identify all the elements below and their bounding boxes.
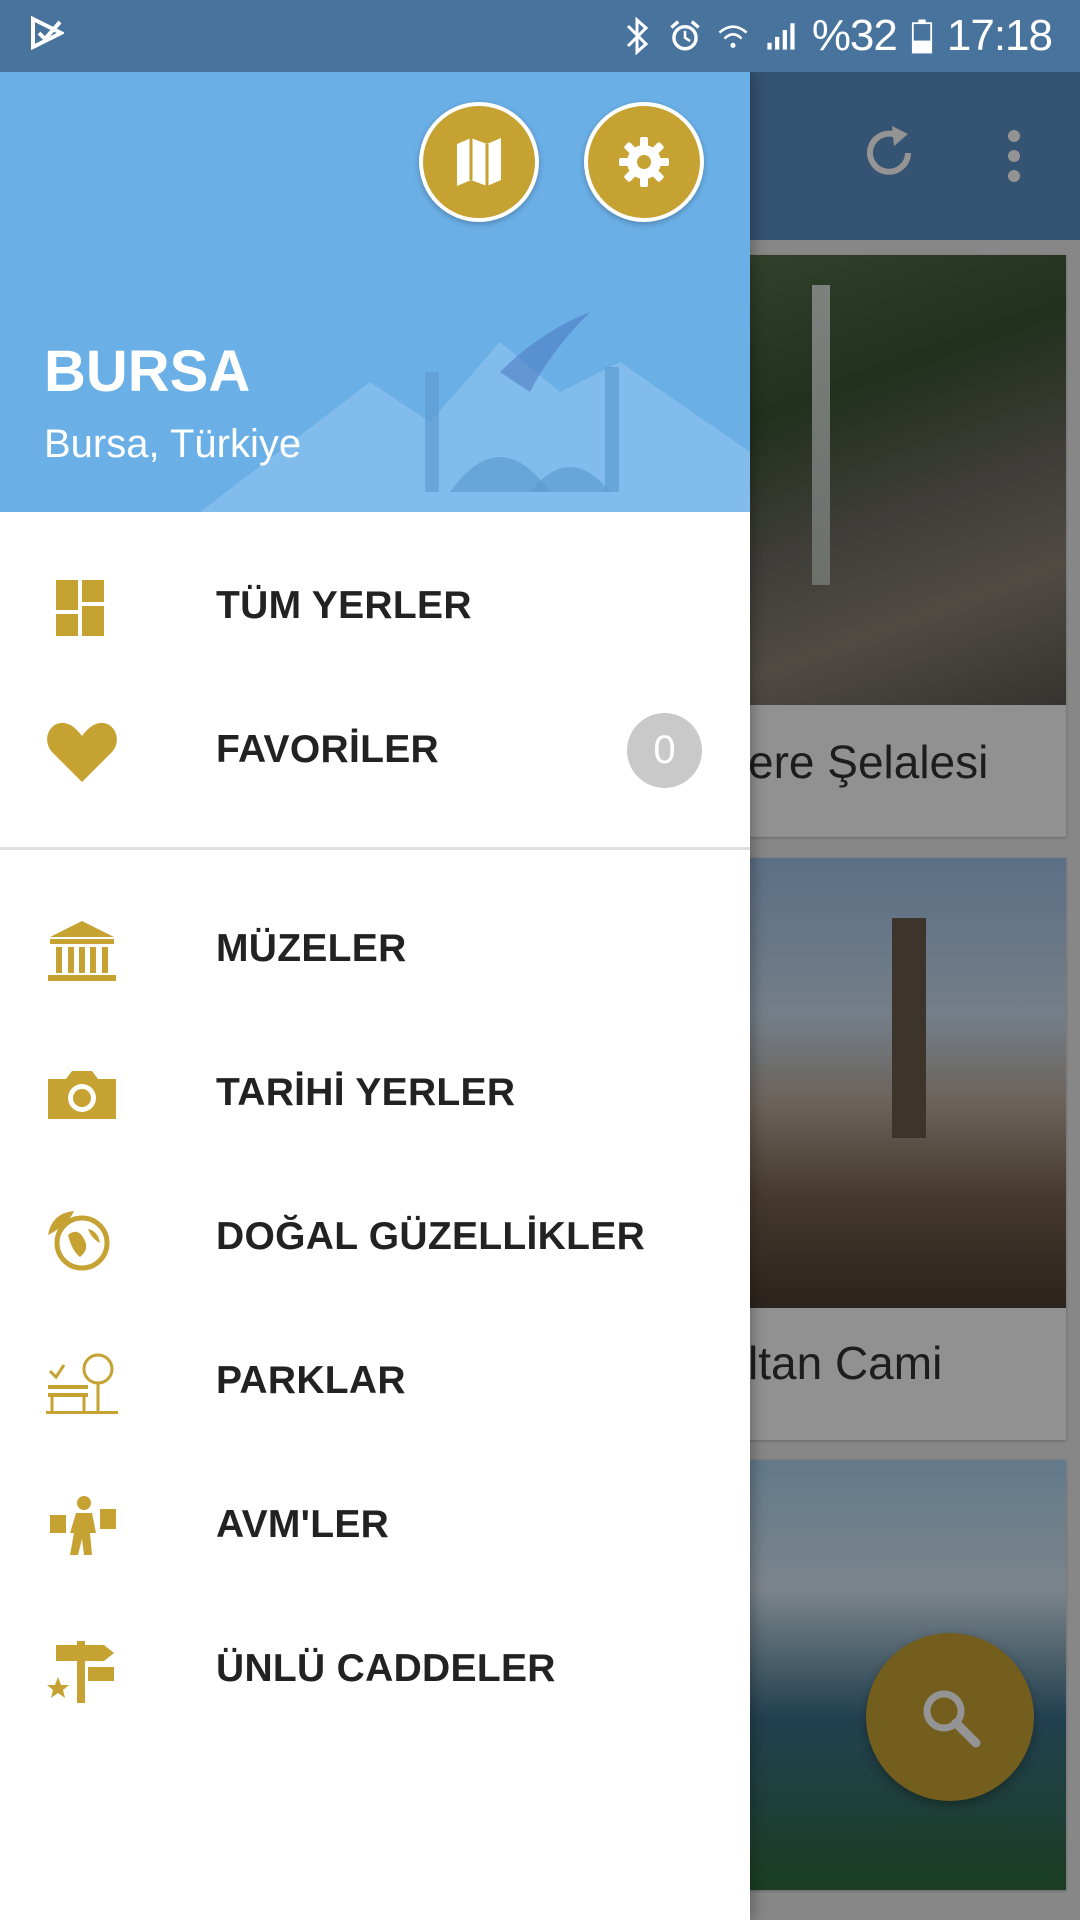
menu-item-favorites[interactable]: FAVORİLER 0 <box>0 678 750 822</box>
bursa-skyline-illustration <box>200 312 750 512</box>
map-button[interactable] <box>419 102 539 222</box>
menu-item-natural-beauties[interactable]: DOĞAL GÜZELLİKLER <box>0 1165 750 1309</box>
heart-icon <box>47 722 117 782</box>
category-menu: MÜZELER TARİHİ YERLER DOĞAL GÜZELLİKLER <box>0 877 750 1741</box>
menu-item-label: AVM'LER <box>216 1503 390 1546</box>
menu-item-label: TARİHİ YERLER <box>216 1071 516 1114</box>
menu-item-label: TÜM YERLER <box>216 584 472 627</box>
signal-icon <box>767 23 795 50</box>
map-icon <box>457 138 501 186</box>
menu-item-label: ÜNLÜ CADDELER <box>216 1647 556 1690</box>
menu-item-museums[interactable]: MÜZELER <box>0 877 750 1021</box>
globe-leaf-icon <box>48 1211 110 1271</box>
favorites-count-badge: 0 <box>627 713 702 788</box>
gear-icon <box>619 137 669 187</box>
menu-item-label: PARKLAR <box>216 1359 406 1402</box>
menu-item-shopping-malls[interactable]: AVM'LER <box>0 1453 750 1597</box>
battery-percent: %32 <box>811 11 898 60</box>
signpost-icon <box>47 1641 114 1703</box>
menu-item-label: DOĞAL GÜZELLİKLER <box>216 1215 646 1258</box>
bluetooth-icon <box>626 16 648 56</box>
drawer-header: BURSA Bursa, Türkiye <box>0 72 750 512</box>
menu-item-label: FAVORİLER <box>216 728 439 771</box>
menu-item-famous-streets[interactable]: ÜNLÜ CADDELER <box>0 1597 750 1741</box>
status-bar: %32 17:18 <box>0 0 1080 72</box>
menu-item-all-places[interactable]: TÜM YERLER <box>0 534 750 678</box>
wifi-data-icon <box>718 25 748 48</box>
primary-menu: TÜM YERLER FAVORİLER 0 <box>0 534 750 822</box>
dashboard-icon <box>56 580 104 636</box>
park-bench-icon <box>46 1353 118 1414</box>
camera-icon <box>48 1071 116 1119</box>
menu-item-label: MÜZELER <box>216 927 407 970</box>
menu-item-historical-places[interactable]: TARİHİ YERLER <box>0 1021 750 1165</box>
alarm-icon <box>670 20 700 51</box>
settings-button[interactable] <box>584 102 704 222</box>
museum-icon <box>48 921 116 981</box>
clock: 17:18 <box>946 11 1053 60</box>
city-name: BURSA <box>44 339 251 404</box>
navigation-drawer: BURSA Bursa, Türkiye TÜM YERLER FAVORİLE… <box>0 72 750 1920</box>
shopping-person-icon <box>50 1496 116 1555</box>
menu-item-parks[interactable]: PARKLAR <box>0 1309 750 1453</box>
menu-divider <box>0 847 750 850</box>
city-region: Bursa, Türkiye <box>44 422 302 466</box>
battery-icon <box>911 19 932 54</box>
app-notification-icon <box>31 16 64 50</box>
